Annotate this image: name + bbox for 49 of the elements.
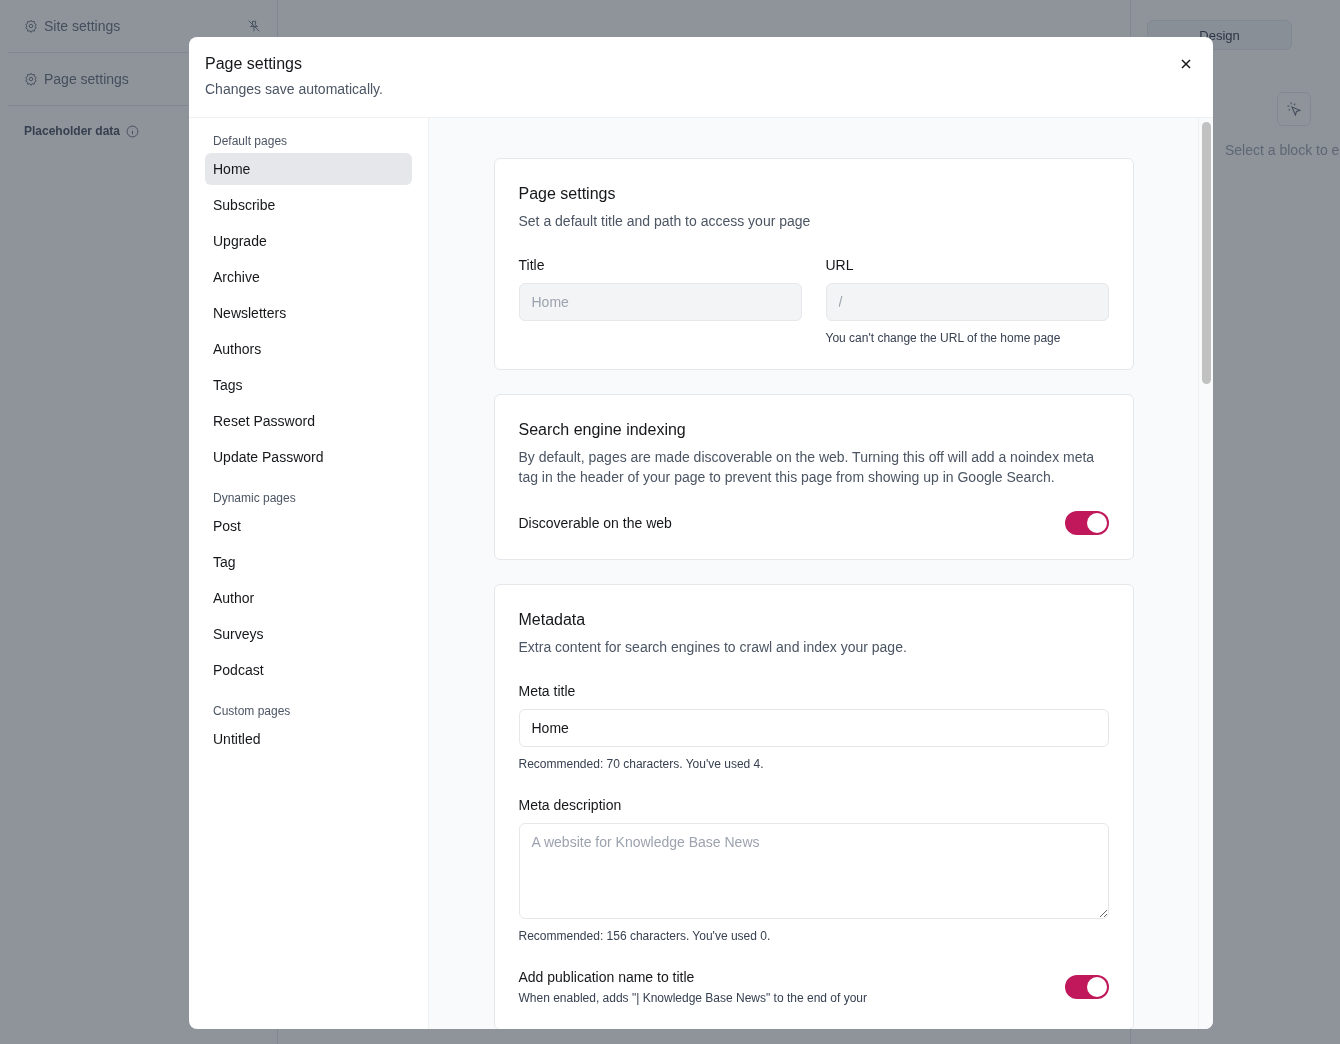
card-description: By default, pages are made discoverable on the web. Turning this off will add a noindex meta tag in the header of your page to prevent this page from showing up in Google Search. <box>518 448 1096 487</box>
textarea-field[interactable]: A website for Knowledge Base News <box>518 823 1109 919</box>
cursor-click-icon <box>1286 101 1302 117</box>
nav-group-heading: Custom pages <box>212 704 292 718</box>
input-field[interactable]: Home <box>518 709 1109 747</box>
toggle-switch[interactable] <box>1064 511 1109 535</box>
nav-item[interactable]: Update Password <box>205 441 412 473</box>
nav-group-heading: Default pages <box>212 134 289 148</box>
toggle-label: Discoverable on the web <box>518 515 672 531</box>
nav-item[interactable]: Upgrade <box>205 225 412 257</box>
toggle-description: When enabled, adds "| Knowledge Base News" to the end of your <box>518 991 868 1005</box>
toggle-switch[interactable] <box>1064 975 1109 999</box>
info-icon <box>126 124 140 138</box>
help-text: Recommended: 156 characters. You've used 0. <box>518 929 772 943</box>
nav-item[interactable]: Newsletters <box>205 297 412 329</box>
close-button[interactable] <box>1179 57 1193 71</box>
field-label: URL <box>825 257 855 273</box>
nav-item[interactable]: Reset Password <box>205 405 412 437</box>
nav-item[interactable]: Untitled <box>205 723 412 755</box>
nav-group-heading: Dynamic pages <box>212 491 297 505</box>
field-label: Title <box>518 257 546 273</box>
dialog-title: Page settings <box>205 55 302 73</box>
dialog-subtitle: Changes save automatically. <box>205 81 384 97</box>
card-title: Search engine indexing <box>518 421 687 439</box>
nav-item[interactable]: Home <box>205 153 412 185</box>
gear-icon <box>24 19 38 33</box>
nav-item[interactable]: Subscribe <box>205 189 412 221</box>
nav-item[interactable]: Authors <box>205 333 412 365</box>
scrollbar-thumb[interactable] <box>1202 122 1211 384</box>
nav-item[interactable]: Surveys <box>205 618 412 650</box>
nav-item[interactable]: Archive <box>205 261 412 293</box>
nav-item[interactable]: Post <box>205 510 412 542</box>
nav-item[interactable]: Tags <box>205 369 412 401</box>
card-description: Set a default title and path to access your page <box>518 212 812 231</box>
nav-item[interactable]: Podcast <box>205 654 412 686</box>
field-label: Meta title <box>518 683 577 699</box>
nav-item[interactable]: Tag <box>205 546 412 578</box>
card-title: Page settings <box>518 185 617 203</box>
nav-item[interactable]: Author <box>205 582 412 614</box>
close-icon <box>1181 59 1191 69</box>
gear-icon <box>24 72 38 86</box>
toggle-label: Add publication name to title <box>518 969 696 985</box>
card-title: Metadata <box>518 611 587 629</box>
help-text: Recommended: 70 characters. You've used 4. <box>518 757 765 771</box>
field-label: Meta description <box>518 797 623 813</box>
placeholder-data-label: Placeholder data <box>24 124 121 138</box>
unpin-icon[interactable] <box>247 19 261 33</box>
card-description: Extra content for search engines to crawl and index your page. <box>518 638 908 657</box>
help-text: You can't change the URL of the home page <box>825 331 1062 345</box>
